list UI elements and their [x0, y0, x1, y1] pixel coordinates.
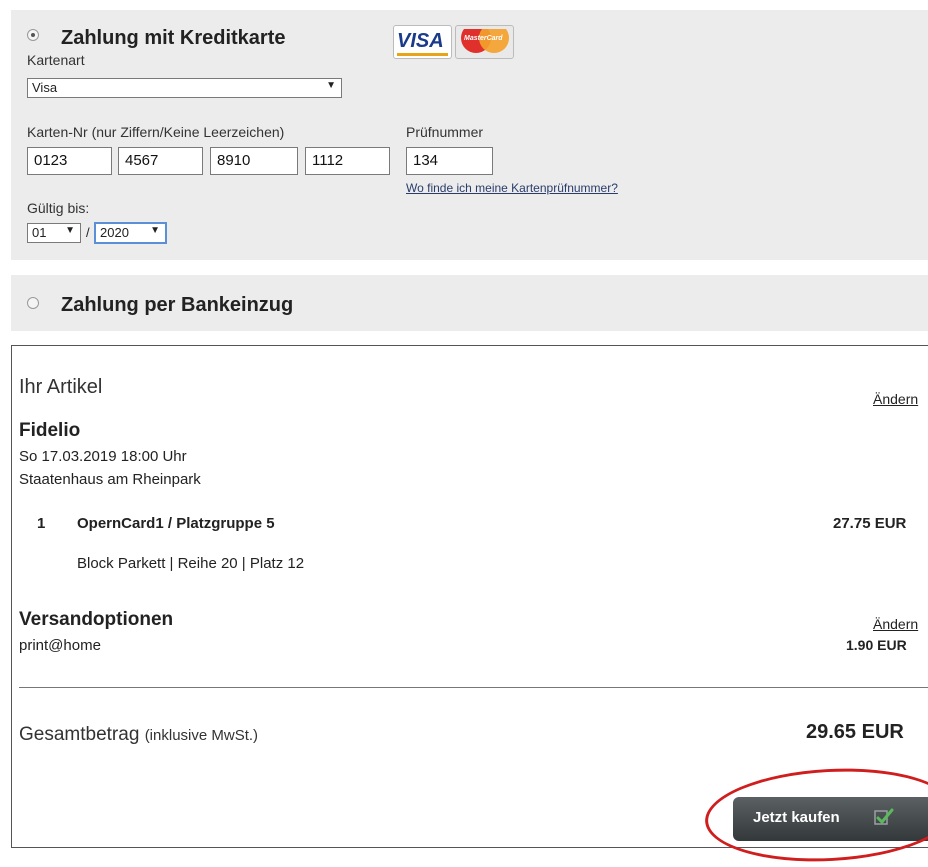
- valid-until-label: Gültig bis:: [27, 200, 90, 216]
- card-type-select[interactable]: Visa ▼: [27, 78, 342, 98]
- shipping-title: Versandoptionen: [19, 609, 174, 630]
- item-quantity: 1: [37, 515, 46, 532]
- event-date: So 17.03.2019 18:00 Uhr: [19, 448, 187, 465]
- visa-logo-text: VISA: [397, 30, 444, 52]
- card-number-label: Karten-Nr (nur Ziffern/Keine Leerzeichen…: [27, 124, 285, 140]
- change-shipping-link[interactable]: Ändern: [873, 616, 918, 632]
- visa-logo: VISA: [393, 25, 452, 59]
- visa-gold-stripe: [397, 53, 448, 56]
- card-number-part-2[interactable]: 4567: [118, 147, 203, 175]
- card-number-part-3[interactable]: 8910: [210, 147, 298, 175]
- bank-debit-radio[interactable]: [27, 297, 39, 309]
- mastercard-logo-text: MasterCard: [464, 35, 503, 42]
- card-number-part-4[interactable]: 1112: [305, 147, 390, 175]
- card-number-part-1[interactable]: 0123: [27, 147, 112, 175]
- total-note: (inklusive MwSt.): [144, 727, 259, 744]
- item-seat: Block Parkett | Reihe 20 | Platz 12: [77, 555, 305, 572]
- cvc-input[interactable]: 134: [406, 147, 493, 175]
- item-price: 27.75 EUR: [833, 515, 907, 532]
- chevron-down-icon: ▼: [150, 225, 160, 236]
- expiry-month-value: 01: [32, 225, 47, 240]
- mastercard-circles: MasterCard: [459, 29, 512, 55]
- shipping-price: 1.90 EUR: [846, 637, 907, 653]
- event-venue: Staatenhaus am Rheinpark: [19, 471, 201, 488]
- total-label-text: Gesamtbetrag: [19, 724, 140, 745]
- card-type-value: Visa: [32, 80, 58, 95]
- bank-debit-heading: Zahlung per Bankeinzug: [61, 294, 294, 316]
- order-title: Ihr Artikel: [19, 376, 103, 398]
- divider: [19, 687, 928, 688]
- total-label: Gesamtbetrag (inklusive MwSt.): [19, 724, 258, 746]
- event-name: Fidelio: [19, 420, 81, 441]
- radio-selected-dot: [31, 33, 35, 37]
- expiry-year-select[interactable]: 2020 ▼: [94, 222, 167, 244]
- card-type-label: Kartenart: [27, 52, 85, 68]
- chevron-down-icon: ▼: [65, 225, 75, 236]
- expiry-separator: /: [86, 225, 90, 240]
- change-items-link[interactable]: Ändern: [873, 391, 918, 407]
- total-value: 29.65 EUR: [806, 721, 904, 743]
- item-name: OpernCard1 / Platzgruppe 5: [77, 515, 275, 532]
- cvc-help-link[interactable]: Wo finde ich meine Kartenprüfnummer?: [406, 181, 618, 195]
- mastercard-logo: MasterCard: [455, 25, 514, 59]
- shipping-method: print@home: [19, 637, 101, 654]
- chevron-down-icon: ▼: [326, 80, 336, 91]
- expiry-year-value: 2020: [100, 225, 129, 240]
- expiry-month-select[interactable]: 01 ▼: [27, 223, 81, 243]
- credit-card-radio[interactable]: [27, 29, 39, 41]
- cvc-label: Prüfnummer: [406, 124, 484, 140]
- credit-card-heading: Zahlung mit Kreditkarte: [61, 27, 286, 49]
